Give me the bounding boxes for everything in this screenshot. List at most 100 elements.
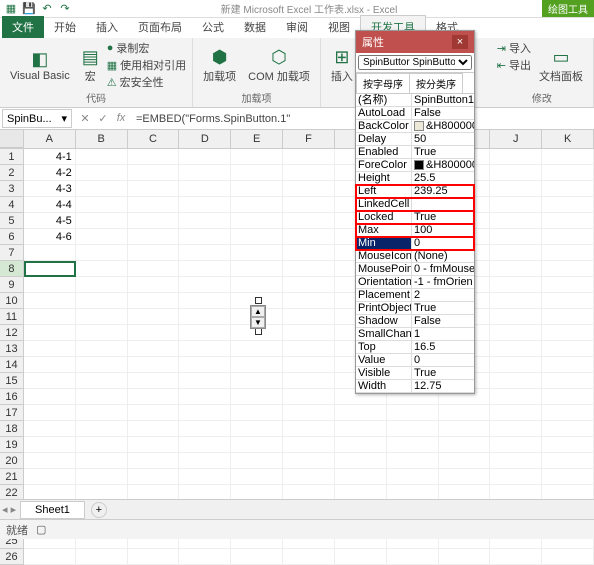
cell[interactable]: 4-2 <box>24 165 76 181</box>
cell[interactable] <box>24 357 76 373</box>
cell[interactable] <box>179 389 231 405</box>
property-value[interactable]: 25.5 <box>412 172 474 184</box>
row-header[interactable]: 20 <box>0 453 24 469</box>
spinbutton-control[interactable]: ▲ ▼ <box>250 305 266 329</box>
cell[interactable] <box>490 549 542 565</box>
cell[interactable] <box>24 293 76 309</box>
property-value[interactable]: SpinButton1 <box>412 94 474 106</box>
cell[interactable] <box>179 453 231 469</box>
cell[interactable] <box>76 453 128 469</box>
cell[interactable] <box>179 277 231 293</box>
property-value[interactable]: 0 <box>412 237 474 249</box>
cell[interactable] <box>179 421 231 437</box>
property-row[interactable]: LinkedCell <box>356 198 474 211</box>
tab-categorized[interactable]: 按分类序 <box>409 73 463 93</box>
property-row[interactable]: Max100 <box>356 224 474 237</box>
cell[interactable] <box>387 469 439 485</box>
tab-data[interactable]: 数据 <box>234 16 276 38</box>
tab-layout[interactable]: 页面布局 <box>128 16 192 38</box>
property-value[interactable]: &H8000001 <box>412 159 474 171</box>
cell[interactable] <box>231 277 283 293</box>
property-row[interactable]: MousePointer0 - fmMouseP <box>356 263 474 276</box>
row-header[interactable]: 10 <box>0 293 24 309</box>
cell[interactable] <box>542 341 594 357</box>
property-row[interactable]: MouseIcon(None) <box>356 250 474 263</box>
cell[interactable]: 4-5 <box>24 213 76 229</box>
cell[interactable] <box>76 261 128 277</box>
cell[interactable] <box>231 405 283 421</box>
cell[interactable] <box>439 549 491 565</box>
row-header[interactable]: 1 <box>0 149 24 165</box>
cell[interactable] <box>76 309 128 325</box>
cell[interactable] <box>542 197 594 213</box>
property-value[interactable]: 1 <box>412 328 474 340</box>
cell[interactable] <box>490 245 542 261</box>
cell[interactable] <box>179 245 231 261</box>
cell[interactable]: 4-4 <box>24 197 76 213</box>
cell[interactable] <box>76 373 128 389</box>
cell[interactable] <box>439 421 491 437</box>
cell[interactable] <box>542 357 594 373</box>
property-row[interactable]: Top16.5 <box>356 341 474 354</box>
cell[interactable] <box>387 405 439 421</box>
tab-home[interactable]: 开始 <box>44 16 86 38</box>
tab-insert[interactable]: 插入 <box>86 16 128 38</box>
cell[interactable] <box>76 325 128 341</box>
sheet-nav[interactable]: ◂ ▸ <box>2 503 16 516</box>
import-button[interactable]: ⇥导入 <box>497 40 531 56</box>
cell[interactable] <box>283 245 335 261</box>
property-row[interactable]: (名称)SpinButton1 <box>356 94 474 107</box>
cell[interactable] <box>231 341 283 357</box>
cell[interactable] <box>283 165 335 181</box>
cell[interactable] <box>231 373 283 389</box>
cell[interactable] <box>542 549 594 565</box>
property-row[interactable]: Orientation-1 - fmOrien <box>356 276 474 289</box>
property-value[interactable]: False <box>412 107 474 119</box>
cell[interactable] <box>24 373 76 389</box>
cell[interactable] <box>490 197 542 213</box>
cell[interactable] <box>231 149 283 165</box>
tab-formula[interactable]: 公式 <box>192 16 234 38</box>
cell[interactable] <box>283 229 335 245</box>
add-sheet-button[interactable]: + <box>91 502 107 518</box>
cell[interactable] <box>128 469 180 485</box>
cell[interactable] <box>128 245 180 261</box>
cell[interactable] <box>231 261 283 277</box>
cell[interactable] <box>231 357 283 373</box>
property-row[interactable]: ShadowFalse <box>356 315 474 328</box>
cell[interactable] <box>542 149 594 165</box>
cell[interactable] <box>179 469 231 485</box>
cell[interactable] <box>231 389 283 405</box>
insert-control-button[interactable]: ⊞插入 <box>327 40 357 90</box>
cell[interactable] <box>76 405 128 421</box>
tab-review[interactable]: 审阅 <box>276 16 318 38</box>
column-header[interactable]: A <box>24 130 76 148</box>
sheet-tab[interactable]: Sheet1 <box>20 501 85 519</box>
save-icon[interactable]: 💾 <box>22 2 36 16</box>
spin-down-icon[interactable]: ▼ <box>251 317 265 328</box>
cell[interactable] <box>283 277 335 293</box>
cell[interactable] <box>490 389 542 405</box>
cell[interactable] <box>283 373 335 389</box>
property-row[interactable]: SmallChange1 <box>356 328 474 341</box>
cell[interactable] <box>24 437 76 453</box>
property-row[interactable]: EnabledTrue <box>356 146 474 159</box>
cell[interactable] <box>231 229 283 245</box>
cell[interactable] <box>490 469 542 485</box>
chevron-down-icon[interactable]: ▾ <box>61 112 67 125</box>
cell[interactable] <box>76 277 128 293</box>
cell[interactable] <box>128 213 180 229</box>
cell[interactable] <box>24 245 76 261</box>
cell[interactable] <box>283 181 335 197</box>
cell[interactable] <box>179 373 231 389</box>
cell[interactable] <box>128 181 180 197</box>
row-header[interactable]: 3 <box>0 181 24 197</box>
property-value[interactable] <box>412 198 474 210</box>
cell[interactable] <box>490 149 542 165</box>
cell[interactable] <box>24 405 76 421</box>
visual-basic-button[interactable]: ◧ Visual Basic <box>6 40 74 90</box>
cell[interactable] <box>76 213 128 229</box>
row-header[interactable]: 15 <box>0 373 24 389</box>
row-header[interactable]: 12 <box>0 325 24 341</box>
cell[interactable] <box>542 389 594 405</box>
